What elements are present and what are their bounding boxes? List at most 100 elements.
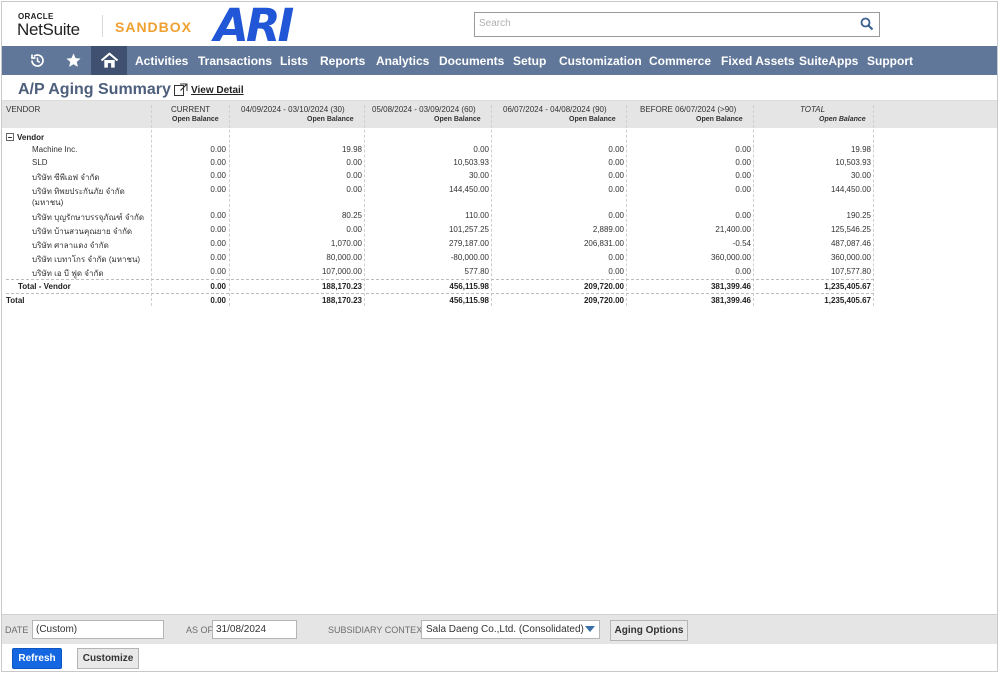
- table-row[interactable]: บริษัท เบทาโกร จำกัด (มหาชน) 0.00 80,000…: [2, 253, 997, 267]
- value-current[interactable]: 0.00: [210, 225, 226, 234]
- value-total[interactable]: 360,000.00: [831, 253, 871, 262]
- nav-fixed-assets[interactable]: Fixed Assets: [721, 54, 795, 68]
- nav-setup[interactable]: Setup: [513, 54, 546, 68]
- value-current[interactable]: 0.00: [210, 239, 226, 248]
- view-detail-icon[interactable]: [174, 83, 188, 96]
- table-row[interactable]: บริษัท ทิพยประกันภัย จำกัด (มหาชน) 0.00 …: [2, 185, 997, 211]
- value-before[interactable]: 0.00: [735, 145, 751, 154]
- value-b30[interactable]: 0.00: [346, 185, 362, 194]
- nav-activities[interactable]: Activities: [135, 54, 188, 68]
- vendor-name[interactable]: บริษัท เบทาโกร จำกัด (มหาชน): [32, 253, 140, 266]
- value-total[interactable]: 19.98: [851, 145, 871, 154]
- value-before[interactable]: 0.00: [735, 158, 751, 167]
- nav-commerce[interactable]: Commerce: [649, 54, 711, 68]
- nav-analytics[interactable]: Analytics: [376, 54, 429, 68]
- nav-documents[interactable]: Documents: [439, 54, 504, 68]
- value-b90[interactable]: 0.00: [608, 185, 624, 194]
- value-b90[interactable]: 0.00: [608, 253, 624, 262]
- aging-options-button[interactable]: Aging Options: [610, 620, 688, 641]
- value-b90[interactable]: 206,831.00: [584, 239, 624, 248]
- value-current[interactable]: 0.00: [210, 253, 226, 262]
- value-current[interactable]: 0.00: [210, 185, 226, 194]
- star-icon[interactable]: [57, 46, 89, 75]
- value-current[interactable]: 0.00: [210, 267, 226, 276]
- value-b30[interactable]: 80.25: [342, 211, 362, 220]
- subtotal-current[interactable]: 0.00: [210, 282, 226, 291]
- value-total[interactable]: 144,450.00: [831, 185, 871, 194]
- value-before[interactable]: -0.54: [733, 239, 751, 248]
- value-b60[interactable]: 10,503.93: [453, 158, 489, 167]
- value-b30[interactable]: 1,070.00: [331, 239, 362, 248]
- netsuite-logo[interactable]: NetSuite: [17, 20, 80, 40]
- nav-transactions[interactable]: Transactions: [198, 54, 272, 68]
- value-b90[interactable]: 0.00: [608, 211, 624, 220]
- vendor-name-cont[interactable]: (มหาชน): [32, 196, 63, 209]
- as-of-field[interactable]: 31/08/2024: [212, 620, 297, 639]
- value-b30[interactable]: 0.00: [346, 171, 362, 180]
- vendor-name[interactable]: บริษัท บุญรักษาบรรจุภัณฑ์ จำกัด: [32, 211, 144, 224]
- subtotal-before[interactable]: 381,399.46: [711, 282, 751, 291]
- total-total[interactable]: 1,235,405.67: [824, 296, 871, 305]
- value-current[interactable]: 0.00: [210, 145, 226, 154]
- value-b30[interactable]: 19.98: [342, 145, 362, 154]
- col-before[interactable]: BEFORE 06/07/2024 (>90): [640, 105, 736, 114]
- value-b60[interactable]: 577.80: [465, 267, 489, 276]
- col-b60[interactable]: 05/08/2024 - 03/09/2024 (60): [372, 105, 476, 114]
- refresh-button[interactable]: Refresh: [12, 648, 62, 669]
- total-row[interactable]: Total 0.00 188,170.23 456,115.98 209,720…: [2, 296, 997, 310]
- col-b30[interactable]: 04/09/2024 - 03/10/2024 (30): [241, 105, 345, 114]
- value-b60[interactable]: 0.00: [473, 145, 489, 154]
- total-b30[interactable]: 188,170.23: [322, 296, 362, 305]
- search-input[interactable]: Search: [479, 18, 511, 29]
- total-current[interactable]: 0.00: [210, 296, 226, 305]
- col-b90[interactable]: 06/07/2024 - 04/08/2024 (90): [503, 105, 607, 114]
- global-search[interactable]: Search: [474, 12, 880, 37]
- value-b90[interactable]: 2,889.00: [593, 225, 624, 234]
- value-before[interactable]: 360,000.00: [711, 253, 751, 262]
- nav-suiteapps[interactable]: SuiteApps: [799, 54, 858, 68]
- total-b60[interactable]: 456,115.98: [449, 296, 489, 305]
- value-b60[interactable]: 30.00: [469, 171, 489, 180]
- table-row[interactable]: SLD 0.00 0.00 10,503.93 0.00 0.00 10,503…: [2, 158, 997, 172]
- table-row[interactable]: บริษัท บ้านสวนคุณยาย จำกัด 0.00 0.00 101…: [2, 225, 997, 239]
- value-b30[interactable]: 0.00: [346, 225, 362, 234]
- total-before[interactable]: 381,399.46: [711, 296, 751, 305]
- date-field[interactable]: (Custom): [32, 620, 164, 639]
- total-b90[interactable]: 209,720.00: [584, 296, 624, 305]
- subtotal-total[interactable]: 1,235,405.67: [824, 282, 871, 291]
- subtotal-b60[interactable]: 456,115.98: [449, 282, 489, 291]
- value-total[interactable]: 487,087.46: [831, 239, 871, 248]
- nav-reports[interactable]: Reports: [320, 54, 365, 68]
- vendor-name[interactable]: บริษัท ศาลาแดง จำกัด: [32, 239, 109, 252]
- value-b90[interactable]: 0.00: [608, 145, 624, 154]
- chevron-down-icon[interactable]: [585, 626, 595, 632]
- value-b90[interactable]: 0.00: [608, 158, 624, 167]
- table-row[interactable]: Machine Inc. 0.00 19.98 0.00 0.00 0.00 1…: [2, 145, 997, 159]
- col-total[interactable]: TOTAL: [800, 105, 825, 114]
- nav-lists[interactable]: Lists: [280, 54, 308, 68]
- vendor-group-header[interactable]: Vendor: [6, 132, 44, 142]
- value-b60[interactable]: -80,000.00: [451, 253, 489, 262]
- value-b60[interactable]: 101,257.25: [449, 225, 489, 234]
- table-row[interactable]: บริษัท บุญรักษาบรรจุภัณฑ์ จำกัด 0.00 80.…: [2, 211, 997, 225]
- value-total[interactable]: 30.00: [851, 171, 871, 180]
- value-b90[interactable]: 0.00: [608, 267, 624, 276]
- value-total[interactable]: 125,546.25: [831, 225, 871, 234]
- col-vendor[interactable]: VENDOR: [6, 105, 40, 114]
- value-current[interactable]: 0.00: [210, 211, 226, 220]
- value-current[interactable]: 0.00: [210, 171, 226, 180]
- value-before[interactable]: 0.00: [735, 171, 751, 180]
- value-b90[interactable]: 0.00: [608, 171, 624, 180]
- vendor-name[interactable]: SLD: [32, 158, 48, 167]
- value-b30[interactable]: 107,000.00: [322, 267, 362, 276]
- vendor-name[interactable]: บริษัท ซีพีเอฟ จำกัด: [32, 171, 100, 184]
- value-b30[interactable]: 0.00: [346, 158, 362, 167]
- search-icon[interactable]: [860, 17, 874, 31]
- value-b60[interactable]: 144,450.00: [449, 185, 489, 194]
- value-b60[interactable]: 110.00: [465, 211, 489, 220]
- value-total[interactable]: 10,503.93: [835, 158, 871, 167]
- subtotal-b90[interactable]: 209,720.00: [584, 282, 624, 291]
- value-before[interactable]: 0.00: [735, 211, 751, 220]
- table-row[interactable]: บริษัท ศาลาแดง จำกัด 0.00 1,070.00 279,1…: [2, 239, 997, 253]
- nav-customization[interactable]: Customization: [559, 54, 642, 68]
